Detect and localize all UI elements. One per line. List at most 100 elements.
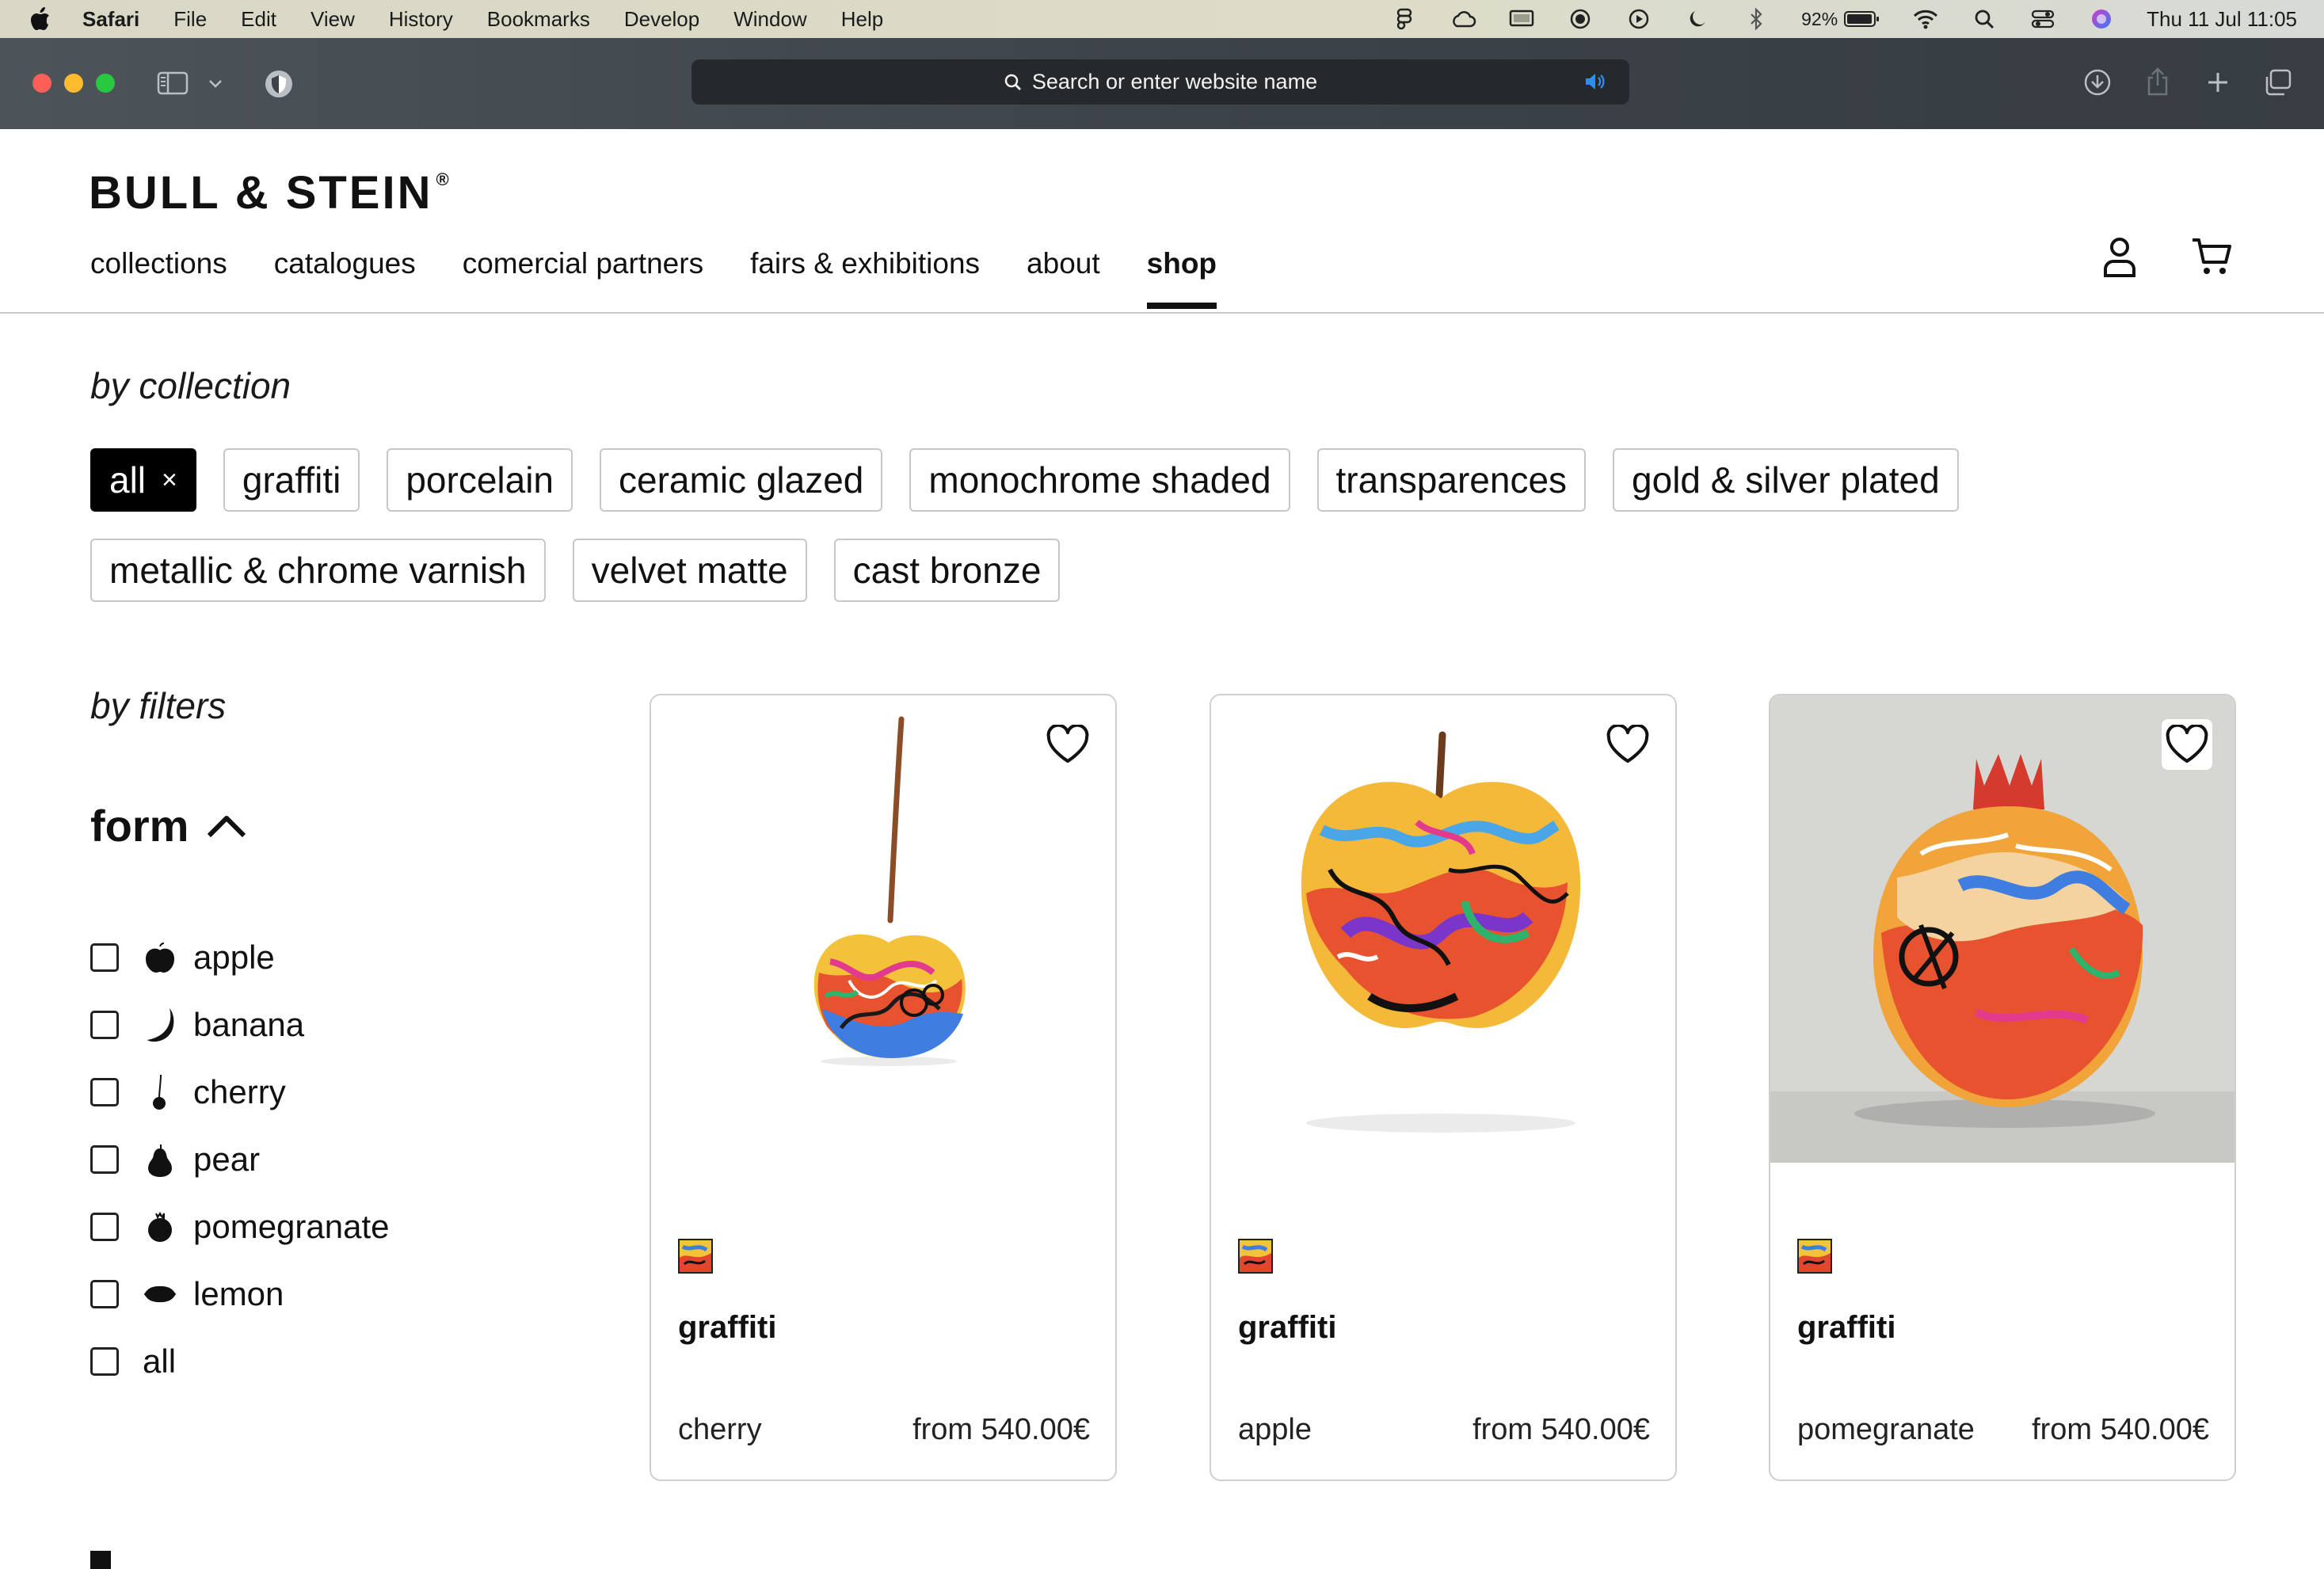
chip-porcelain[interactable]: porcelain: [387, 448, 573, 512]
downloads-icon[interactable]: [2082, 67, 2113, 98]
collection-swatch-icon: [1797, 1239, 1832, 1274]
form-filter-title: form: [90, 801, 189, 851]
record-icon[interactable]: [1567, 8, 1594, 30]
product-card[interactable]: graffiti apple from 540.00€: [1210, 694, 1677, 1481]
account-icon[interactable]: [2099, 234, 2140, 279]
close-window-button[interactable]: [32, 74, 51, 93]
cart-icon[interactable]: [2191, 234, 2232, 279]
product-price: from 540.00€: [2032, 1413, 2209, 1446]
nav-collections[interactable]: collections: [90, 247, 227, 280]
filter-option-cherry[interactable]: cherry: [90, 1058, 390, 1125]
product-price: from 540.00€: [1473, 1413, 1650, 1446]
figma-icon[interactable]: [1391, 8, 1418, 30]
chip-metallic-chrome-varnish[interactable]: metallic & chrome varnish: [90, 539, 546, 602]
close-icon[interactable]: ×: [162, 465, 177, 496]
product-price: from 540.00€: [912, 1413, 1090, 1446]
chip-monochrome-shaded[interactable]: monochrome shaded: [909, 448, 1290, 512]
battery-icon: [1844, 11, 1880, 27]
pomegranate-icon: [143, 1208, 177, 1246]
nav-catalogues[interactable]: catalogues: [274, 247, 416, 280]
tab-overview-icon[interactable]: [2262, 67, 2294, 98]
cherry-checkbox[interactable]: [90, 1077, 119, 1106]
play-icon[interactable]: [1625, 8, 1652, 30]
lemon-icon: [143, 1275, 177, 1313]
menu-help[interactable]: Help: [841, 7, 883, 32]
filter-option-apple[interactable]: apple: [90, 924, 390, 991]
chip-graffiti[interactable]: graffiti: [223, 448, 360, 512]
cherry-icon: [143, 1073, 177, 1111]
header-divider: [0, 312, 2324, 314]
filter-label: all: [143, 1342, 177, 1380]
battery-percent: 92%: [1801, 8, 1838, 29]
heart-icon[interactable]: [1042, 719, 1093, 770]
address-bar[interactable]: Search or enter website name: [691, 59, 1629, 105]
control-center-icon[interactable]: [2029, 8, 2056, 30]
nav-comercial-partners[interactable]: comercial partners: [463, 247, 703, 280]
new-tab-icon[interactable]: [2202, 67, 2234, 98]
product-card[interactable]: graffiti cherry from 540.00€: [650, 694, 1117, 1481]
site-logo[interactable]: BULL & STEIN ®: [89, 166, 451, 219]
nav-about[interactable]: about: [1027, 247, 1100, 280]
privacy-shield-icon[interactable]: [261, 67, 296, 101]
share-icon[interactable]: [2142, 65, 2174, 98]
address-placeholder: Search or enter website name: [1031, 70, 1318, 93]
all-checkbox[interactable]: [90, 1346, 119, 1376]
menu-history[interactable]: History: [389, 7, 453, 32]
bluetooth-icon[interactable]: [1743, 8, 1770, 30]
pear-icon: [143, 1141, 177, 1179]
filter-label: cherry: [193, 1072, 286, 1110]
menu-edit[interactable]: Edit: [241, 7, 276, 32]
spotlight-search-icon[interactable]: [1971, 8, 1998, 30]
pomegranate-checkbox[interactable]: [90, 1212, 119, 1241]
menu-develop[interactable]: Develop: [624, 7, 699, 32]
wifi-icon[interactable]: [1912, 8, 1939, 30]
minimize-window-button[interactable]: [64, 74, 83, 93]
apple-icon: [143, 939, 177, 977]
nav-fairs-exhibitions[interactable]: fairs & exhibitions: [750, 247, 980, 280]
by-filters-heading: by filters: [90, 685, 227, 726]
collection-swatch-icon: [1238, 1239, 1273, 1274]
heart-icon[interactable]: [1602, 719, 1653, 770]
display-icon[interactable]: [1508, 8, 1535, 30]
menu-view[interactable]: View: [311, 7, 355, 32]
zoom-window-button[interactable]: [96, 74, 115, 93]
menu-window[interactable]: Window: [733, 7, 806, 32]
heart-icon[interactable]: [2162, 719, 2212, 770]
filter-option-all[interactable]: all: [90, 1327, 390, 1395]
chevron-down-icon[interactable]: [206, 74, 225, 93]
menu-file[interactable]: File: [173, 7, 207, 32]
moon-icon[interactable]: [1684, 8, 1711, 30]
product-card[interactable]: graffiti pomegranate from 540.00€: [1769, 694, 2236, 1481]
form-filter-toggle[interactable]: form: [90, 800, 247, 851]
chip-cast-bronze[interactable]: cast bronze: [833, 539, 1061, 602]
filter-option-pomegranate[interactable]: pomegranate: [90, 1193, 390, 1260]
chip-ceramic-glazed[interactable]: ceramic glazed: [600, 448, 883, 512]
chip-transparences[interactable]: transparences: [1316, 448, 1587, 512]
speaker-icon[interactable]: [1583, 70, 1607, 98]
product-form: cherry: [678, 1413, 762, 1446]
chip-velvet-matte[interactable]: velvet matte: [572, 539, 807, 602]
chevron-up-icon: [206, 813, 247, 839]
product-collection: graffiti: [678, 1310, 777, 1345]
filter-option-lemon[interactable]: lemon: [90, 1260, 390, 1327]
status-area: 92% Thu 11 Jul 11:05: [1391, 0, 2297, 38]
product-form: pomegranate: [1797, 1413, 1975, 1446]
nav-shop[interactable]: shop: [1146, 247, 1217, 309]
filter-option-banana[interactable]: banana: [90, 991, 390, 1058]
sidebar-toggle-icon[interactable]: [155, 69, 190, 97]
pear-checkbox[interactable]: [90, 1144, 119, 1174]
apple-checkbox[interactable]: [90, 943, 119, 972]
menu-app-name[interactable]: Safari: [82, 7, 139, 32]
lemon-checkbox[interactable]: [90, 1279, 119, 1308]
chip-all[interactable]: all ×: [90, 448, 196, 512]
menubar-clock[interactable]: Thu 11 Jul 11:05: [2147, 7, 2297, 32]
filter-option-pear[interactable]: pear: [90, 1125, 390, 1193]
chip-gold-silver-plated[interactable]: gold & silver plated: [1613, 448, 1959, 512]
menu-bookmarks[interactable]: Bookmarks: [487, 7, 590, 32]
creative-cloud-icon[interactable]: [1450, 8, 1476, 30]
battery-indicator[interactable]: 92%: [1801, 9, 1880, 30]
filter-label: banana: [193, 1005, 305, 1043]
siri-icon[interactable]: [2088, 8, 2115, 30]
apple-menu-icon[interactable]: [30, 7, 62, 31]
banana-checkbox[interactable]: [90, 1010, 119, 1039]
